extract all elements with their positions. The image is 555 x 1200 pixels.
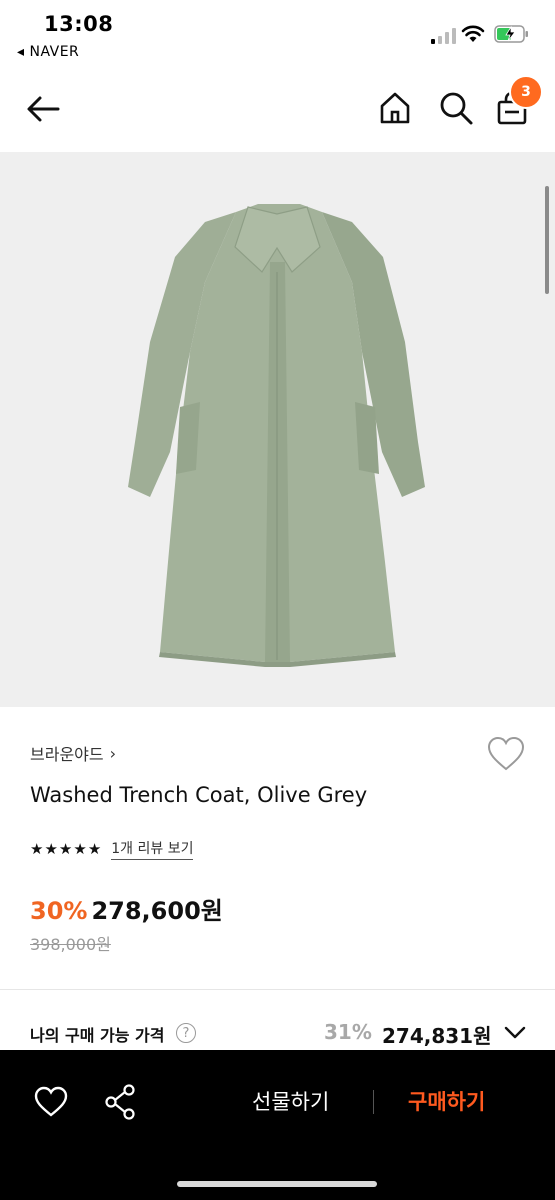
brand-name: 브라운야드 [30,745,104,764]
top-navigation [0,70,555,152]
cart-count-badge: 3 [509,75,543,109]
star-icon: ★ [44,839,58,858]
sale-price: 278,600원 [91,897,223,925]
image-scrollbar[interactable] [545,186,549,294]
my-price-discount: 31% [324,1020,372,1044]
divider [0,989,555,990]
rating-row: ★ ★ ★ ★ ★ 1개 리뷰 보기 [30,838,194,860]
status-time: 13:08 [44,12,114,36]
cellular-signal-icon [431,28,456,44]
search-icon[interactable] [438,90,474,126]
home-indicator[interactable] [177,1181,377,1187]
chevron-right-icon: › [109,743,117,763]
home-icon[interactable] [378,90,412,126]
separator [373,1090,374,1114]
back-to-app-link[interactable]: ◂ NAVER [17,44,79,60]
chevron-down-icon[interactable] [504,1024,526,1040]
brand-link[interactable]: 브라운야드 › [30,741,116,765]
trench-coat-image [128,204,425,667]
review-link[interactable]: 1개 리뷰 보기 [111,838,194,860]
price-row: 30% 278,600원 [30,891,223,926]
help-icon[interactable]: ? [176,1023,196,1043]
product-image[interactable] [0,152,555,707]
discount-rate: 30% [30,897,88,925]
my-price-amount: 274,831원 [382,1024,492,1048]
heart-icon[interactable] [34,1086,68,1118]
star-icon: ★ [87,839,102,858]
wifi-icon [461,25,485,42]
star-icon: ★ [73,839,87,858]
share-icon[interactable] [104,1084,136,1120]
battery-charging-icon [494,25,528,43]
gift-button[interactable]: 선물하기 [252,1086,329,1116]
star-icon: ★ [58,839,73,858]
bottom-action-bar: 선물하기 구매하기 [0,1050,555,1200]
my-price-row[interactable]: 나의 구매 가능 가격 ? 31% 274,831원 [30,1020,530,1050]
buy-button[interactable]: 구매하기 [408,1086,485,1116]
product-title: Washed Trench Coat, Olive Grey [30,783,368,807]
star-rating: ★ ★ ★ ★ ★ [30,839,102,858]
my-price-label: 나의 구매 가능 가격 [30,1026,165,1045]
original-price: 398,000원 [30,935,111,954]
star-icon: ★ [30,839,44,858]
back-arrow-icon[interactable] [24,92,64,126]
wishlist-heart-icon[interactable] [487,736,525,772]
status-bar: 13:08 ◂ NAVER [0,0,555,70]
